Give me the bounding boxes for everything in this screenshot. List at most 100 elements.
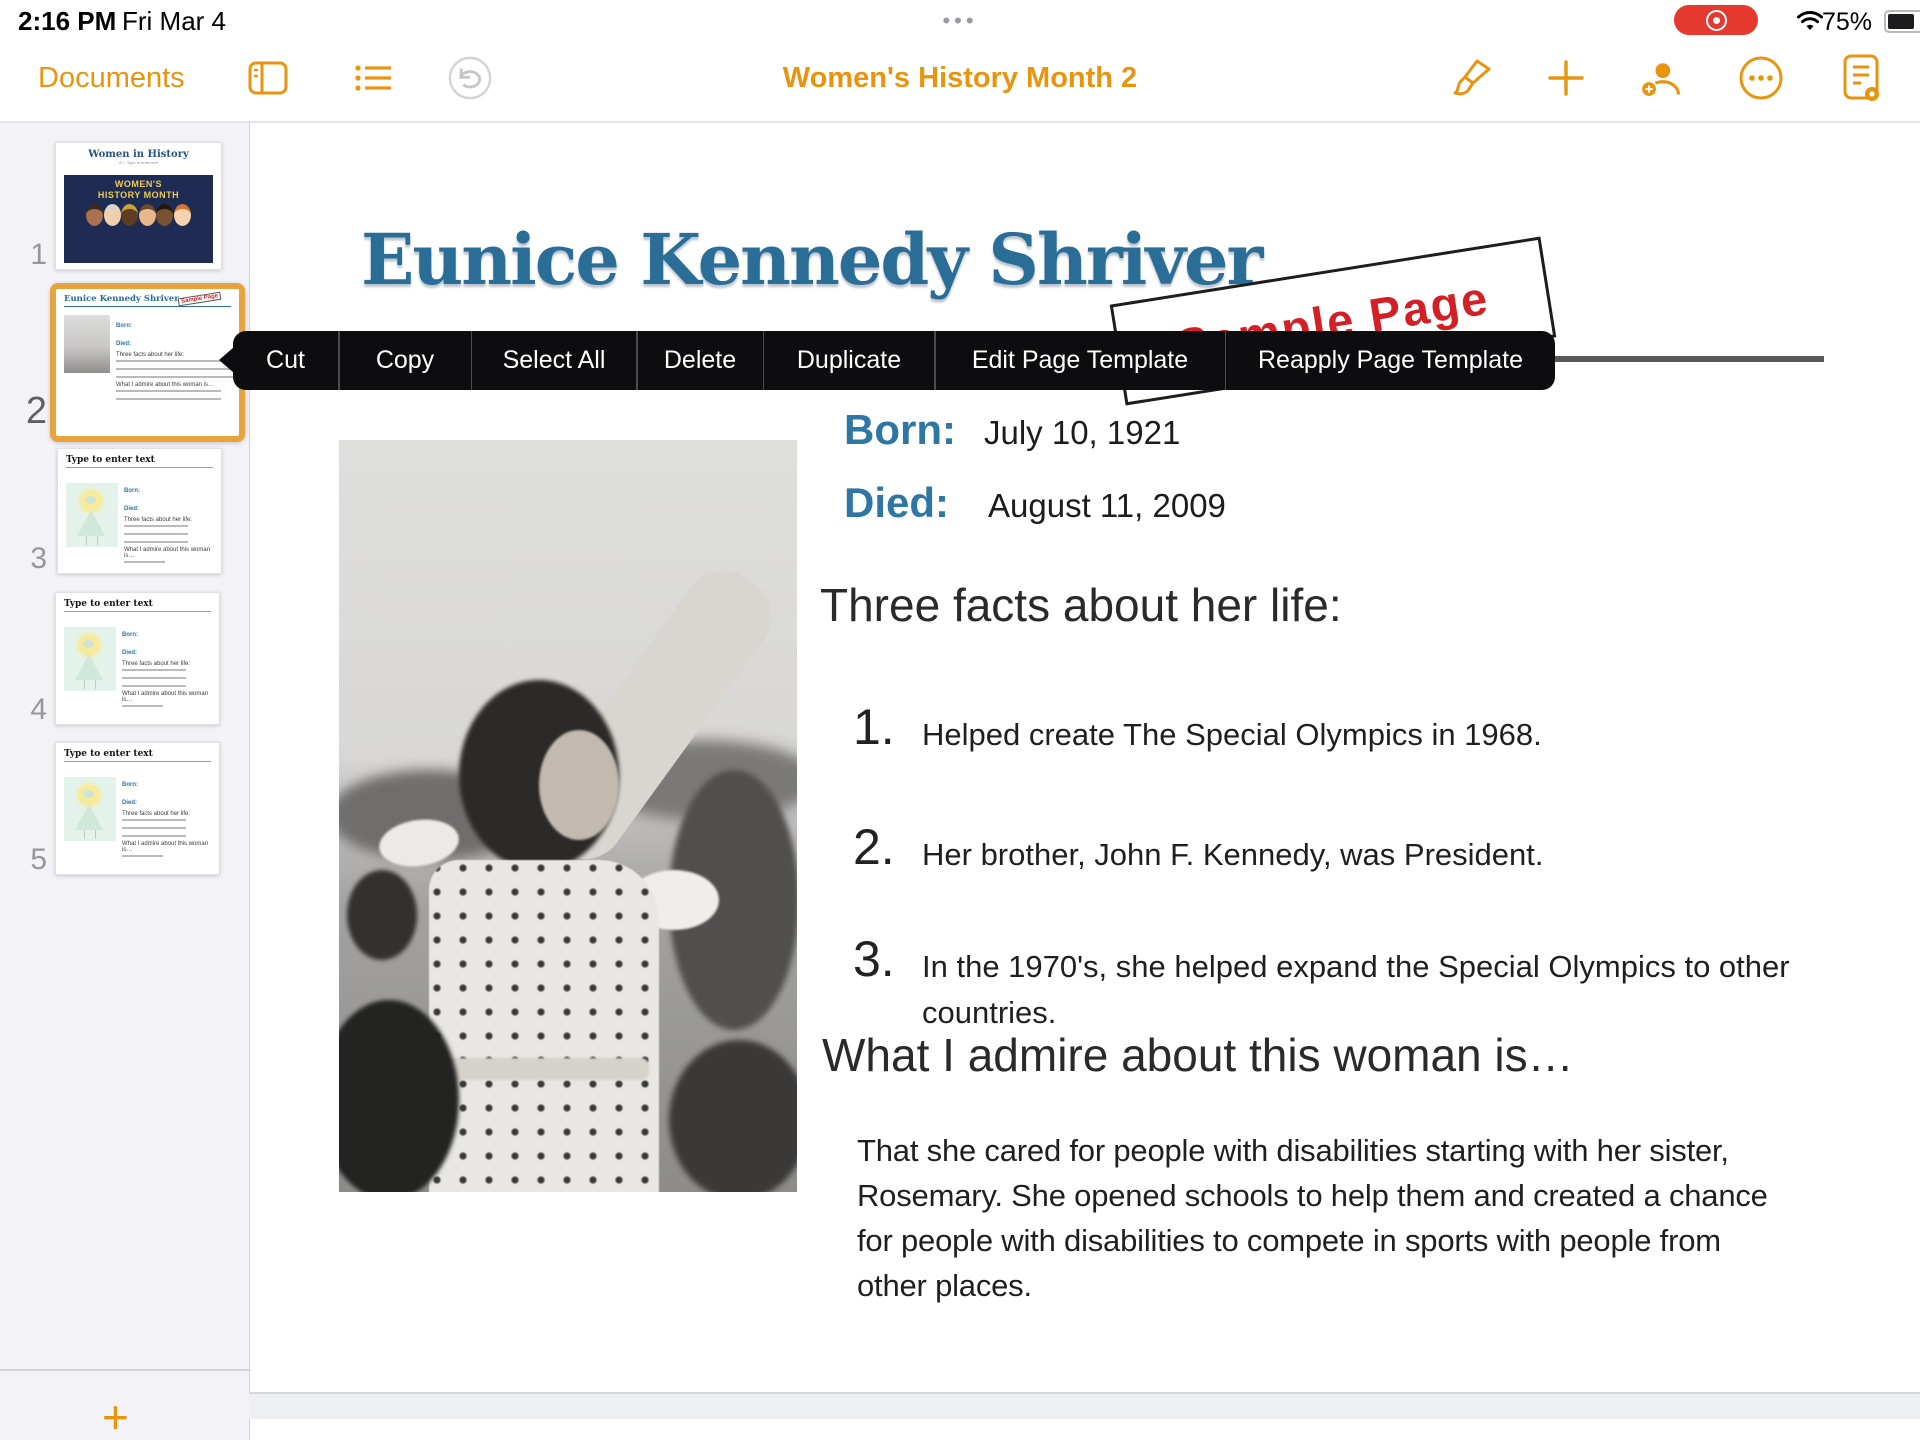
- admire-paragraph[interactable]: That she cared for people with disabilit…: [857, 1128, 1777, 1308]
- doodle-head-icon: [81, 491, 101, 511]
- died-value[interactable]: August 11, 2009: [988, 487, 1226, 525]
- battery-percent: 75%: [1822, 8, 1872, 37]
- menu-item-copy[interactable]: Copy: [340, 331, 471, 390]
- thumb3-admire: What I admire about this woman is…: [124, 547, 215, 559]
- fact-1-text[interactable]: Helped create The Special Olympics in 19…: [922, 712, 1802, 758]
- toolbar-divider: [0, 121, 1920, 123]
- thumb1-banner: WOMEN'S HISTORY MONTH: [64, 175, 213, 263]
- record-icon: [1706, 10, 1727, 31]
- thumb5-placeholder-figure: [64, 777, 116, 841]
- thumb1-banner-line2: HISTORY MONTH: [64, 190, 213, 201]
- text-line-placeholder: [116, 390, 221, 406]
- menu-item-reapply-page-template[interactable]: Reapply Page Template: [1226, 331, 1555, 390]
- menu-item-select-all[interactable]: Select All: [472, 331, 636, 390]
- screen-recording-indicator[interactable]: [1674, 5, 1758, 35]
- thumb5-died: Died:: [122, 800, 137, 806]
- page-thumbnail-4[interactable]: Type to enter text Born: Died: Three fac…: [55, 592, 220, 725]
- document-title[interactable]: Women's History Month 2: [0, 62, 1920, 95]
- photo-face: [539, 730, 619, 840]
- text-line-placeholder: [124, 561, 165, 569]
- thumb3-text: Born: Died: Three facts about her life: …: [124, 479, 215, 569]
- insert-plus-icon[interactable]: [1543, 58, 1589, 98]
- thumb2-admire: What I admire about this woman is…: [116, 382, 233, 388]
- thumb2-number: 2: [9, 390, 47, 433]
- doodle-legs-icon: [84, 680, 96, 689]
- facts-heading[interactable]: Three facts about her life:: [820, 578, 1342, 632]
- text-line-placeholder: [122, 669, 186, 691]
- thumb2-photo: [64, 315, 110, 373]
- menu-item-edit-page-template[interactable]: Edit Page Template: [936, 331, 1225, 390]
- thumb2-text: Born: Died: Three facts about her life: …: [116, 314, 233, 406]
- menu-item-cut[interactable]: Cut: [233, 331, 338, 390]
- photo-dark-lower-right: [669, 1040, 797, 1192]
- multitasking-dots-icon[interactable]: •••: [0, 8, 1920, 34]
- photo-eunice-kennedy-shriver[interactable]: [339, 440, 797, 1192]
- thumb4-born: Born:: [122, 632, 138, 638]
- born-label: Born:: [844, 406, 956, 454]
- thumb1-number: 1: [9, 238, 47, 272]
- thumb3-number: 3: [9, 542, 47, 576]
- fact-1-number: 1.: [853, 698, 895, 756]
- thumb4-died: Died:: [122, 650, 137, 656]
- page-thumbnail-1[interactable]: Women in History # ! : Type to enter tex…: [55, 142, 222, 270]
- thumb4-rule: [64, 611, 211, 612]
- photo-dark-hair-left: [347, 870, 417, 960]
- battery-icon: [1884, 10, 1920, 33]
- context-menu: Cut Copy Select All Delete Duplicate Edi…: [233, 331, 1555, 390]
- thumb4-placeholder-figure: [64, 627, 116, 691]
- document-page-title[interactable]: Eunice Kennedy Shriver: [361, 218, 1261, 301]
- fact-2-text[interactable]: Her brother, John F. Kennedy, was Presid…: [922, 832, 1802, 878]
- doodle-head-icon: [79, 785, 99, 805]
- thumb5-rule: [64, 761, 211, 762]
- thumb5-title: Type to enter text: [64, 749, 219, 759]
- menu-item-delete[interactable]: Delete: [638, 331, 763, 390]
- page-view-icon[interactable]: [1838, 58, 1884, 98]
- collaborate-person-add-icon[interactable]: [1638, 58, 1684, 98]
- add-page-button[interactable]: +: [102, 1394, 129, 1440]
- thumb1-title: Women in History: [56, 149, 221, 160]
- fact-3-text[interactable]: In the 1970's, she helped expand the Spe…: [922, 944, 1792, 1036]
- pages-app-window: 2:16 PM Fri Mar 4 ••• 75% Documents: [0, 0, 1920, 1440]
- thumb2-rule: [64, 306, 231, 307]
- thumb3-died: Died:: [124, 506, 139, 512]
- face-icon: [174, 204, 191, 226]
- face-icon: [139, 204, 156, 226]
- face-icon: [104, 204, 121, 226]
- thumb4-number: 4: [9, 693, 47, 727]
- photo-belt: [434, 1058, 649, 1080]
- thumb5-number: 5: [9, 843, 47, 877]
- thumb5-admire: What I admire about this woman is…: [122, 841, 213, 853]
- thumb2-born: Born:: [116, 323, 132, 329]
- thumb2-died: Died:: [116, 341, 131, 347]
- thumb3-placeholder-figure: [66, 483, 118, 547]
- admire-heading[interactable]: What I admire about this woman is…: [822, 1028, 1574, 1082]
- fact-3-number: 3.: [853, 930, 895, 988]
- page-thumbnail-2-selected[interactable]: Eunice Kennedy Shriver Sample Page Born:…: [50, 283, 245, 442]
- text-line-placeholder: [122, 819, 186, 841]
- thumb3-title: Type to enter text: [66, 455, 221, 465]
- doodle-head-icon: [79, 635, 99, 655]
- died-label: Died:: [844, 479, 949, 527]
- context-menu-arrow: [219, 347, 234, 373]
- thumb4-admire: What I admire about this woman is…: [122, 691, 213, 703]
- thumb4-facts: Three facts about her life:: [122, 661, 213, 667]
- thumb3-rule: [66, 467, 213, 468]
- thumb2-facts: Three facts about her life:: [116, 352, 233, 358]
- doodle-legs-icon: [84, 830, 96, 839]
- thumb4-text: Born: Died: Three facts about her life: …: [122, 623, 213, 713]
- menu-item-duplicate[interactable]: Duplicate: [764, 331, 934, 390]
- thumb5-facts: Three facts about her life:: [122, 811, 213, 817]
- thumb1-subtitle: # ! : Type to enter text: [56, 160, 221, 165]
- more-ellipsis-icon[interactable]: [1738, 58, 1784, 98]
- fact-2-number: 2.: [853, 818, 895, 876]
- text-line-placeholder: [122, 855, 163, 863]
- thumb5-born: Born:: [122, 782, 138, 788]
- page-thumbnail-5[interactable]: Type to enter text Born: Died: Three fac…: [55, 742, 220, 875]
- thumb1-faces: [64, 204, 213, 231]
- format-brush-icon[interactable]: [1449, 58, 1495, 98]
- face-icon: [156, 204, 173, 226]
- born-value[interactable]: July 10, 1921: [984, 414, 1180, 452]
- text-line-placeholder: [116, 360, 233, 382]
- thumb3-facts: Three facts about her life:: [124, 517, 215, 523]
- page-thumbnail-3[interactable]: Type to enter text Born: Died: Three fac…: [57, 448, 222, 574]
